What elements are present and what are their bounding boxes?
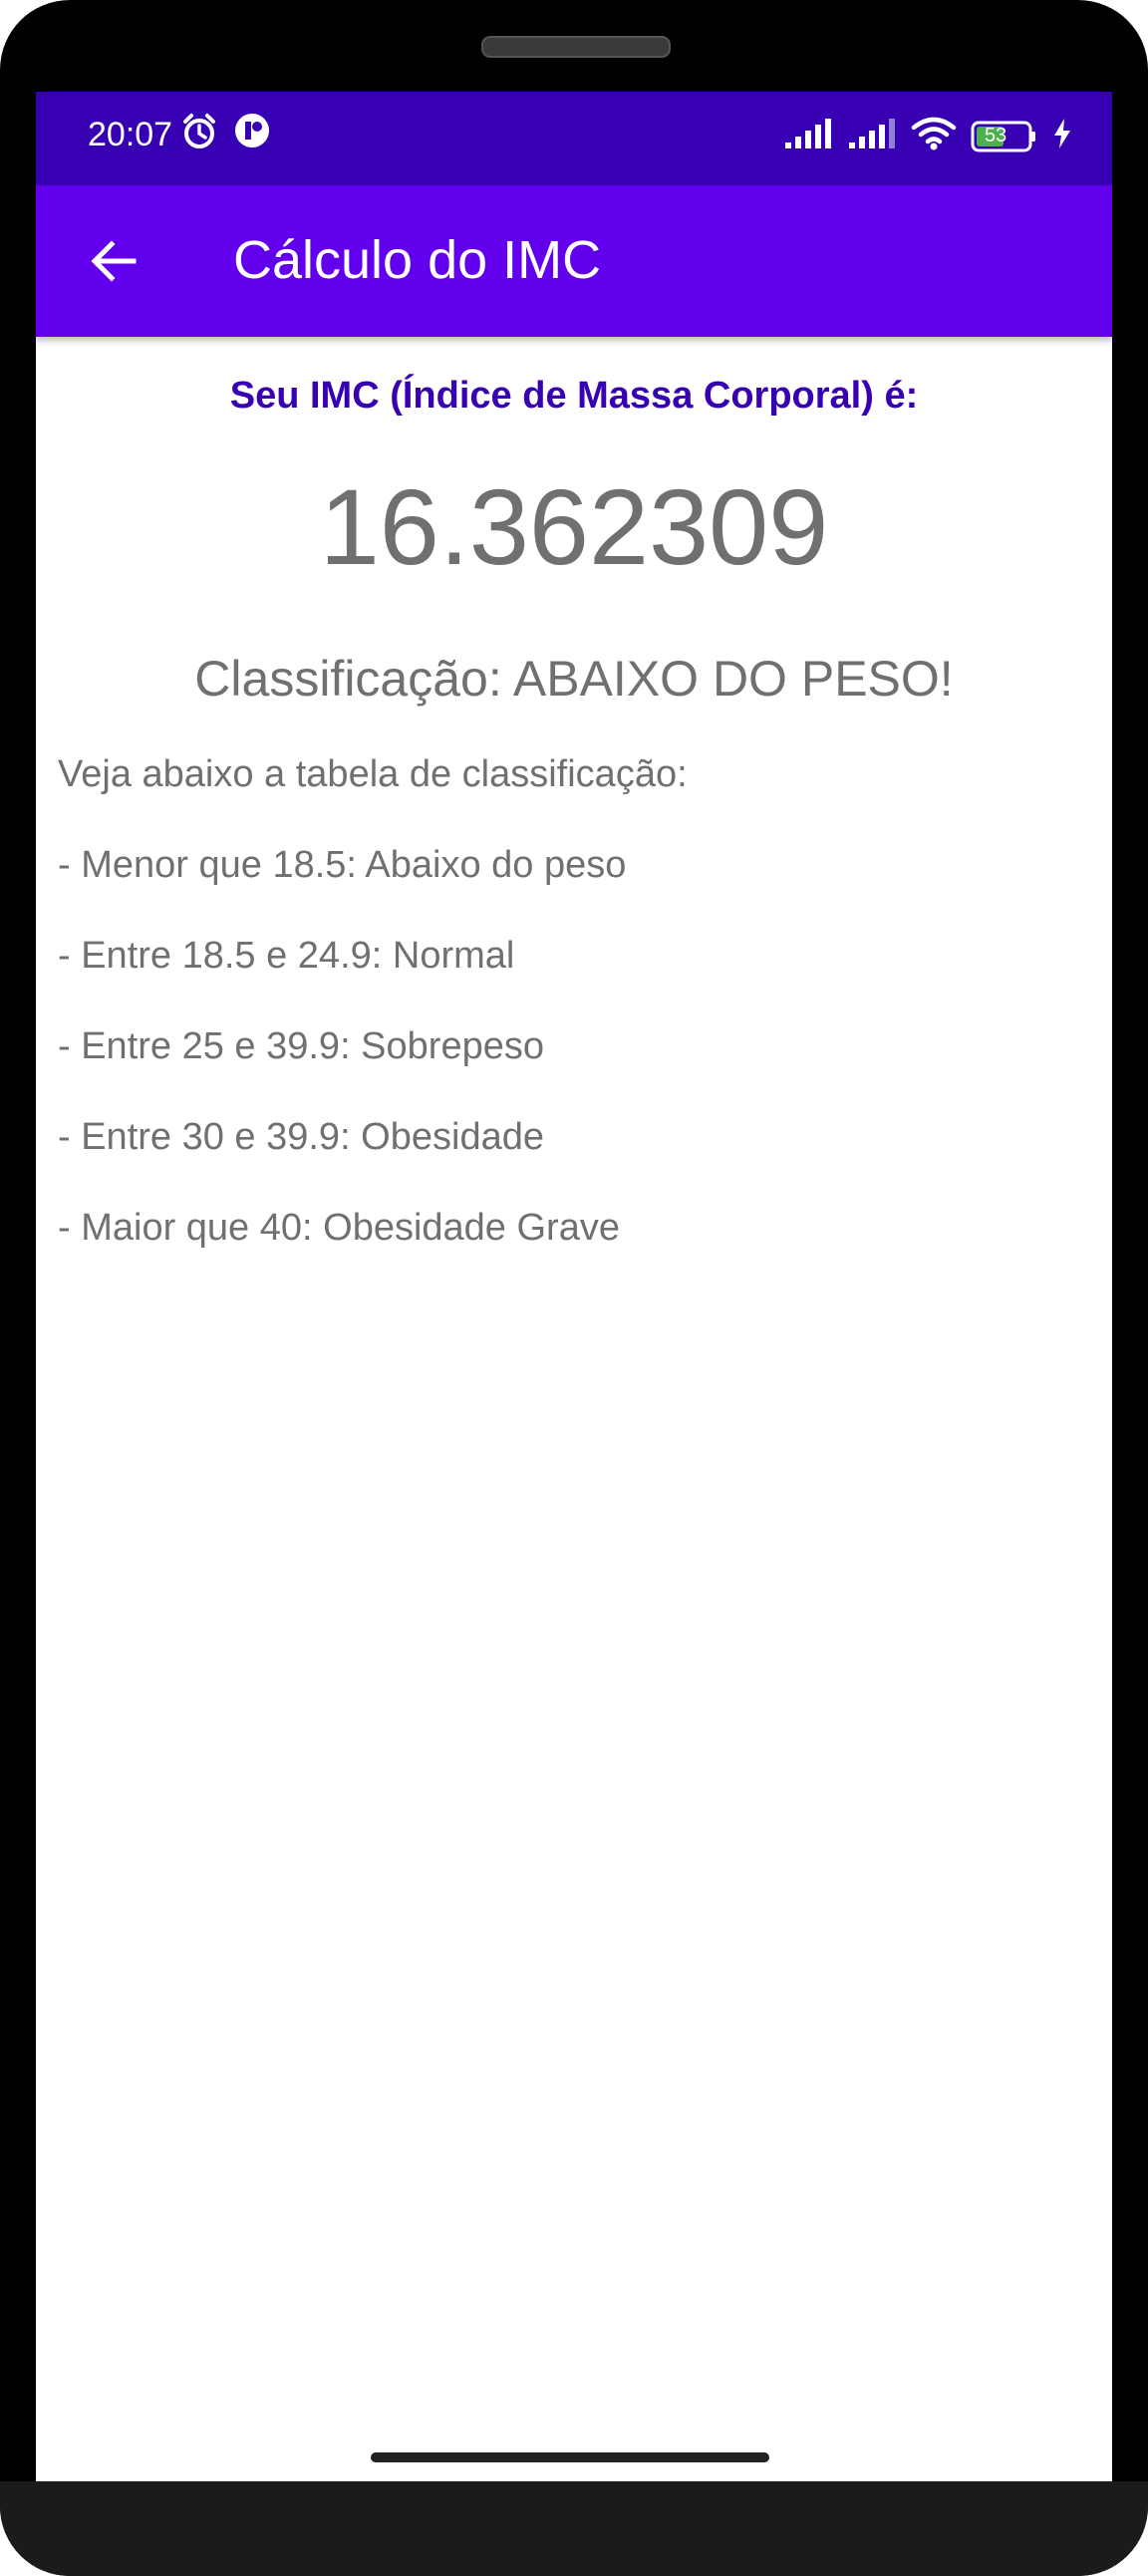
cell-signal-icon	[783, 117, 833, 155]
home-indicator[interactable]	[371, 2452, 769, 2462]
status-time: 20:07	[88, 116, 173, 153]
screen: 20:07 53 Cálculo do IMC Seu IMC (Índice …	[36, 92, 1112, 2481]
table-item-obesity: - Entre 30 e 39.9: Obesidade	[58, 1116, 544, 1158]
classification-text: Classificação: ABAIXO DO PESO!	[194, 651, 954, 707]
back-button[interactable]	[84, 231, 144, 291]
table-item-overweight: - Entre 25 e 39.9: Sobrepeso	[58, 1025, 544, 1067]
battery-level: 53	[985, 124, 1007, 146]
alarm-icon	[179, 112, 219, 156]
earpiece-speaker	[481, 36, 671, 58]
table-item-underweight: - Menor que 18.5: Abaixo do peso	[58, 844, 627, 886]
table-item-normal: - Entre 18.5 e 24.9: Normal	[58, 935, 515, 977]
bmi-value: 16.362309	[319, 466, 829, 587]
app-notification-icon	[233, 112, 271, 156]
phone-frame: 20:07 53 Cálculo do IMC Seu IMC (Índice …	[0, 0, 1148, 2576]
result-heading: Seu IMC (Índice de Massa Corporal) é:	[229, 375, 919, 417]
phone-bottom-bezel	[0, 2481, 1148, 2576]
status-bar: 20:07 53	[36, 92, 1112, 185]
arrow-left-icon	[91, 240, 137, 282]
app-bar: Cálculo do IMC	[36, 185, 1112, 337]
page-title: Cálculo do IMC	[233, 230, 602, 290]
charging-bolt-icon	[1052, 118, 1072, 154]
wifi-icon	[911, 116, 957, 156]
battery-icon: 53	[971, 120, 1038, 153]
table-intro: Veja abaixo a tabela de classificação:	[58, 753, 688, 795]
cell-signal-2-icon	[847, 117, 897, 155]
table-item-severe-obesity: - Maior que 40: Obesidade Grave	[58, 1207, 620, 1249]
